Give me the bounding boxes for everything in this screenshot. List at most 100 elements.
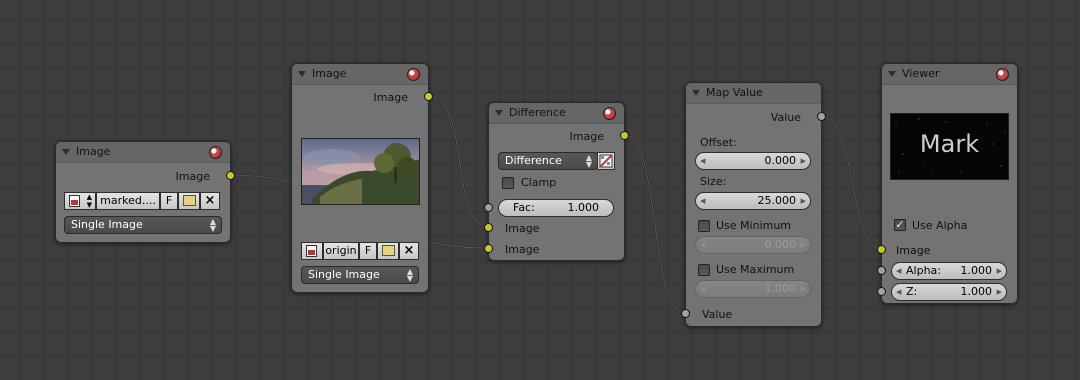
increment-arrow-icon[interactable]: ▶ xyxy=(801,193,806,209)
use-alpha-toggle-button[interactable] xyxy=(597,152,615,170)
clamp-label: Clamp xyxy=(521,176,557,189)
output-label: Image xyxy=(569,130,604,143)
input-label-image: Image xyxy=(896,244,931,257)
image-filename-field[interactable]: marked.... xyxy=(96,192,160,210)
alpha-field[interactable]: ◀ Alpha: 1.000 ▶ xyxy=(891,262,1007,280)
fac-value: 1.000 xyxy=(567,201,600,214)
size-label: Size: xyxy=(700,175,727,188)
unlink-button[interactable]: × xyxy=(200,192,220,210)
minimum-field[interactable]: ◀ 0.000 ▶ xyxy=(695,236,811,254)
link-image2-to-difference xyxy=(428,95,489,228)
offset-field[interactable]: ◀ 0.000 ▶ xyxy=(695,152,811,170)
increment-arrow-icon[interactable]: ▶ xyxy=(801,281,806,297)
node-header[interactable]: Image xyxy=(56,142,230,163)
increment-arrow-icon[interactable]: ▶ xyxy=(801,237,806,253)
node-title: Viewer xyxy=(902,67,940,80)
unlink-button[interactable]: × xyxy=(399,242,419,260)
viewer-node[interactable]: Viewer Mark ✓ Use Alpha Image ◀ Alpha: 1… xyxy=(877,63,1018,304)
increment-arrow-icon[interactable]: ▶ xyxy=(801,153,806,169)
input-socket-z[interactable] xyxy=(877,287,886,296)
clamp-checkbox[interactable] xyxy=(502,177,514,189)
increment-arrow-icon[interactable]: ▶ xyxy=(997,263,1002,279)
decrement-arrow-icon[interactable]: ◀ xyxy=(700,153,705,169)
node-header[interactable]: Viewer xyxy=(882,64,1017,85)
z-field[interactable]: ◀ Z: 1.000 ▶ xyxy=(891,283,1007,301)
image-browse-icon xyxy=(69,195,80,207)
output-label: Image xyxy=(373,91,408,104)
open-file-button[interactable] xyxy=(377,242,399,260)
fake-user-button[interactable]: F xyxy=(160,192,178,210)
decrement-arrow-icon[interactable]: ◀ xyxy=(700,237,705,253)
color-ramp-icon xyxy=(599,154,613,168)
use-maximum-checkbox[interactable] xyxy=(698,264,710,276)
node-title: Image xyxy=(312,67,347,80)
difference-node[interactable]: Difference Image Difference ▲ ▼ Clamp Fac… xyxy=(484,102,629,261)
use-alpha-checkbox[interactable]: ✓ xyxy=(894,219,906,231)
size-field[interactable]: ◀ 25.000 ▶ xyxy=(695,192,811,210)
node-header[interactable]: Difference xyxy=(489,103,624,124)
source-value: Single Image xyxy=(71,218,143,231)
collapse-triangle-icon[interactable] xyxy=(298,71,306,77)
image-browse-button[interactable]: ▲ ▼ xyxy=(64,192,96,210)
image-browse-icon xyxy=(306,245,317,257)
image-file-row: origin F × xyxy=(301,242,419,260)
image-browse-button[interactable] xyxy=(301,242,323,260)
alpha-value: 1.000 xyxy=(960,264,993,277)
output-socket-image[interactable] xyxy=(424,92,433,101)
preview-sphere-icon[interactable] xyxy=(209,146,222,159)
output-label: Value xyxy=(770,111,801,124)
open-file-button[interactable] xyxy=(178,192,200,210)
image-node-origin[interactable]: Image Image origin F × Single Image ▲ ▼ xyxy=(291,63,433,293)
input-socket-image-1[interactable] xyxy=(484,223,493,232)
close-x-icon: × xyxy=(204,193,216,208)
z-label: Z: xyxy=(906,285,918,298)
minimum-value: 0.000 xyxy=(764,238,797,251)
input-socket-image[interactable] xyxy=(877,245,886,254)
increment-arrow-icon[interactable]: ▶ xyxy=(997,284,1002,300)
collapse-triangle-icon[interactable] xyxy=(888,71,896,77)
preview-sphere-icon[interactable] xyxy=(996,68,1009,81)
collapse-triangle-icon[interactable] xyxy=(495,110,503,116)
image-node-marked[interactable]: Image Image ▲ ▼ marked.... F × Single Ima… xyxy=(55,141,235,243)
decrement-arrow-icon[interactable]: ◀ xyxy=(700,193,705,209)
map-value-node[interactable]: Map Value Value Offset: ◀ 0.000 ▶ Size: … xyxy=(681,82,826,327)
blend-mode-dropdown[interactable]: Difference ▲ ▼ xyxy=(498,152,598,170)
input-socket-image-2[interactable] xyxy=(484,244,493,253)
node-title: Map Value xyxy=(706,86,763,99)
preview-sphere-icon[interactable] xyxy=(407,68,420,81)
decrement-arrow-icon[interactable]: ◀ xyxy=(896,263,901,279)
link-difference-to-mapvalue xyxy=(624,134,686,314)
input-label-image-1: Image xyxy=(505,222,540,235)
fake-user-button[interactable]: F xyxy=(359,242,377,260)
output-socket-image[interactable] xyxy=(226,171,235,180)
output-socket-image[interactable] xyxy=(620,131,629,140)
image-preview-thumbnail xyxy=(301,138,420,205)
collapse-triangle-icon[interactable] xyxy=(62,149,70,155)
collapse-triangle-icon[interactable] xyxy=(692,90,700,96)
node-title: Image xyxy=(76,145,111,158)
landscape-image xyxy=(302,139,419,204)
image-filename-field[interactable]: origin xyxy=(323,242,359,260)
source-dropdown[interactable]: Single Image ▲ ▼ xyxy=(64,216,222,234)
preview-sphere-icon[interactable] xyxy=(603,107,616,120)
link-mapvalue-to-viewer xyxy=(821,115,882,250)
blend-mode-value: Difference xyxy=(505,154,562,167)
offset-value: 0.000 xyxy=(764,154,797,167)
viewer-preview: Mark xyxy=(890,113,1009,180)
image-file-row: ▲ ▼ marked.... F × xyxy=(64,192,222,210)
decrement-arrow-icon[interactable]: ◀ xyxy=(700,281,705,297)
output-label: Image xyxy=(175,170,210,183)
use-alpha-label: Use Alpha xyxy=(912,219,968,232)
maximum-field[interactable]: ◀ 1.000 ▶ xyxy=(695,280,811,298)
source-dropdown[interactable]: Single Image ▲ ▼ xyxy=(301,266,419,284)
node-header[interactable]: Map Value xyxy=(686,83,821,104)
output-socket-value[interactable] xyxy=(817,112,826,121)
alpha-label: Alpha: xyxy=(906,264,941,277)
fac-slider[interactable]: Fac: 1.000 xyxy=(498,199,614,217)
input-socket-fac[interactable] xyxy=(484,203,493,212)
input-socket-value[interactable] xyxy=(681,309,690,318)
use-minimum-checkbox[interactable] xyxy=(698,220,710,232)
node-header[interactable]: Image xyxy=(292,64,428,85)
decrement-arrow-icon[interactable]: ◀ xyxy=(896,284,901,300)
input-socket-alpha[interactable] xyxy=(877,266,886,275)
